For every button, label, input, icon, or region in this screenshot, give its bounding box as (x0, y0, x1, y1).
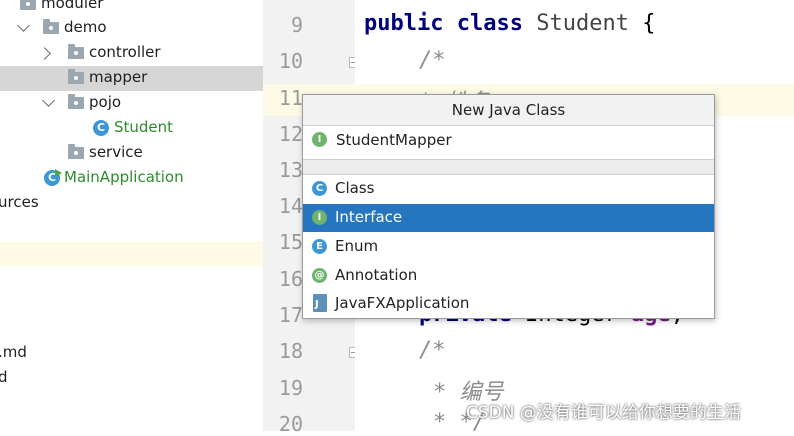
tree-item-label: controller (89, 43, 161, 61)
tree-row-highlight[interactable] (0, 241, 263, 266)
tree-item-demo[interactable]: demo (0, 16, 263, 41)
code-line-9: public class Student { (364, 11, 655, 36)
tree-item-label: Student (114, 118, 174, 136)
tree-item-label: pojo (89, 93, 122, 111)
tree-item-controller[interactable]: controller (0, 41, 263, 66)
package-icon (43, 19, 59, 34)
interface-icon: I (312, 210, 327, 225)
option-label: Interface (335, 208, 403, 226)
tree-item-label: mapper (89, 68, 148, 86)
line-number: 20 (278, 412, 303, 436)
brace: { (642, 11, 656, 36)
keyword: class (456, 11, 523, 36)
line-number: 15 (278, 230, 303, 254)
tree-item-student[interactable]: C Student (0, 116, 263, 141)
class-name: Student (536, 11, 629, 36)
package-icon (68, 44, 84, 59)
tree-item-moduler[interactable]: moduler (0, 0, 263, 17)
tree-item-md[interactable]: .md (0, 341, 263, 366)
keyword: public (364, 11, 444, 36)
package-icon (68, 94, 84, 109)
line-number: 14 (278, 194, 303, 218)
option-label: Class (335, 179, 375, 197)
line-number: 16 (278, 267, 303, 291)
code-line-10: /* (419, 48, 446, 73)
run-indicator-icon (55, 169, 62, 177)
class-name-value: StudentMapper (336, 131, 452, 149)
tree-item-pojo[interactable]: pojo (0, 91, 263, 116)
tree-item-mapper[interactable]: mapper (0, 66, 263, 91)
package-icon (68, 144, 84, 159)
class-icon: C (312, 181, 327, 196)
line-number: 11 (278, 86, 303, 110)
new-java-class-popup[interactable]: New Java Class I StudentMapper C Class I… (302, 94, 715, 319)
option-label: JavaFXApplication (335, 294, 470, 312)
option-enum[interactable]: E Enum (303, 233, 714, 261)
tree-item-mainapplication[interactable]: C MainApplication (0, 166, 263, 191)
interface-icon: I (312, 132, 327, 147)
tree-item-label: urces (0, 193, 39, 211)
chevron-right-icon[interactable] (38, 47, 51, 60)
tree-item-service[interactable]: service (0, 141, 263, 166)
enum-icon: E (312, 239, 327, 254)
line-number: 13 (278, 158, 303, 182)
option-annotation[interactable]: @ Annotation (303, 262, 714, 290)
line-number: 10 (278, 49, 303, 73)
option-label: Annotation (335, 266, 418, 284)
tree-item-label: MainApplication (64, 168, 184, 186)
code-line-18: /* (419, 338, 446, 363)
annotation-icon: @ (312, 268, 327, 283)
option-class[interactable]: C Class (303, 175, 714, 203)
chevron-down-icon[interactable] (42, 94, 55, 107)
tree-item-d[interactable]: d (0, 366, 263, 391)
package-icon (68, 69, 84, 84)
class-icon: C (93, 120, 109, 136)
line-number: 17 (278, 303, 303, 327)
line-number: 9 (290, 13, 303, 37)
project-tree: moduler demo controller mapper pojo C St… (0, 0, 263, 431)
tree-item-resources[interactable]: urces (0, 191, 263, 216)
option-interface[interactable]: I Interface (303, 204, 714, 232)
javafx-icon (313, 294, 327, 312)
chevron-down-icon[interactable] (17, 19, 30, 32)
line-number: 18 (278, 339, 303, 363)
tree-item-label: .md (0, 343, 27, 361)
line-number: 19 (278, 376, 303, 400)
tree-item-label: demo (64, 18, 107, 36)
line-number: 12 (278, 122, 303, 146)
watermark: CSDN @没有谁可以给你想要的生活 (466, 403, 741, 423)
popup-separator (303, 159, 714, 175)
option-javafxapplication[interactable]: JavaFXApplication (303, 290, 714, 318)
option-label: Enum (335, 237, 379, 255)
popup-title: New Java Class (303, 95, 714, 126)
folder-icon (20, 0, 36, 10)
class-name-input[interactable]: I StudentMapper (303, 126, 714, 155)
tree-item-label: service (89, 143, 143, 161)
tree-item-label: moduler (41, 0, 104, 12)
tree-item-label: d (0, 368, 8, 386)
